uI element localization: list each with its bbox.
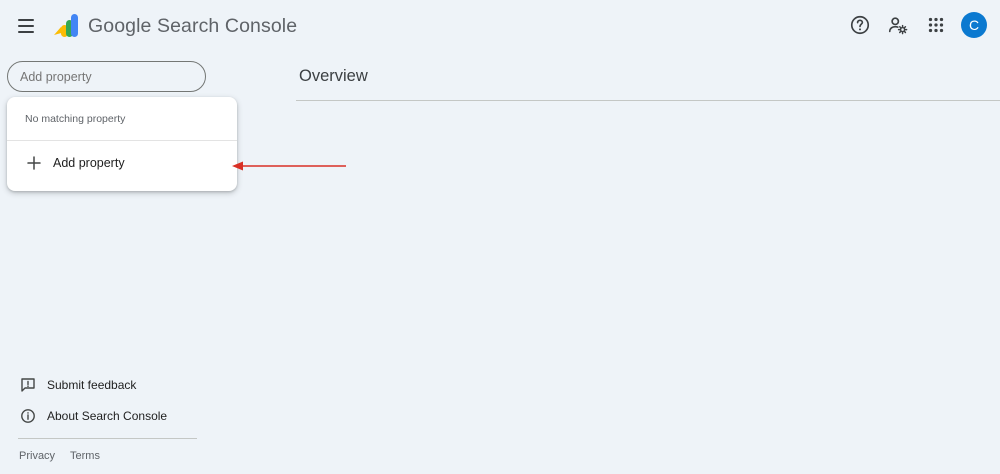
main-menu-button[interactable] [18, 16, 38, 36]
sidebar-divider [18, 438, 197, 439]
no-match-message: No matching property [25, 113, 126, 125]
property-search-input[interactable] [7, 61, 206, 92]
privacy-link[interactable]: Privacy [19, 450, 55, 462]
add-property-label: Add property [53, 156, 125, 170]
apps-grid-icon[interactable] [925, 14, 947, 36]
menu-icon-bar [18, 19, 34, 21]
add-property-option[interactable]: Add property [7, 141, 237, 191]
search-console-logo [54, 14, 78, 37]
about-search-console-link[interactable]: About Search Console [20, 406, 167, 426]
feedback-label: Submit feedback [47, 378, 137, 392]
submit-feedback-link[interactable]: Submit feedback [20, 375, 136, 395]
about-label: About Search Console [47, 409, 168, 423]
user-settings-icon[interactable] [887, 14, 909, 36]
title-divider [296, 100, 1000, 101]
account-avatar[interactable]: C [961, 12, 987, 38]
info-icon [21, 409, 35, 423]
page-title: Overview [299, 67, 368, 85]
terms-link[interactable]: Terms [70, 450, 100, 462]
menu-icon-bar [18, 25, 34, 27]
menu-icon-bar [18, 31, 34, 33]
property-dropdown: No matching property Add property [7, 97, 237, 191]
feedback-icon [21, 378, 35, 392]
annotation-arrow-icon [232, 161, 346, 171]
help-icon[interactable] [849, 14, 871, 36]
plus-icon [27, 156, 41, 170]
app-title: Google Search Console [88, 15, 298, 37]
